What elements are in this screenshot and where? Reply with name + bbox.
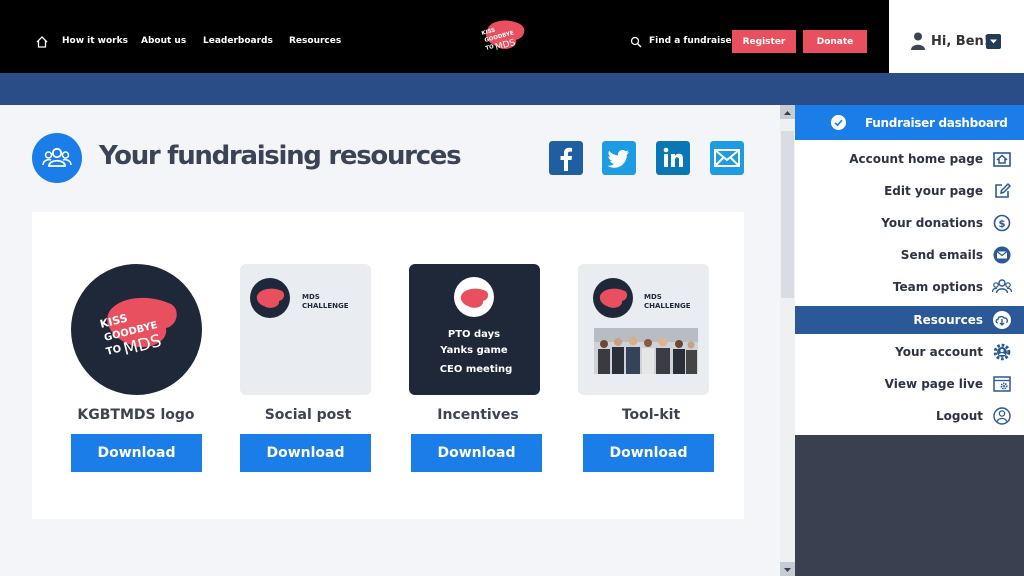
incentives-preview: PTO days Yanks game CEO meeting [439, 277, 513, 375]
sidebar-item-label: Your account [895, 345, 983, 359]
incentive-yanks: Yanks game [439, 345, 508, 356]
linkedin-icon[interactable] [656, 141, 690, 175]
resource-label-toolkit: Tool-kit [621, 407, 681, 423]
sidebar-item-view-page-live[interactable]: View page live [795, 370, 1024, 398]
sidebar-item-resources[interactable]: Resources [795, 306, 1024, 334]
download-incentives-button[interactable]: Download [411, 434, 542, 472]
page-title: Your fundraising resources [99, 141, 462, 171]
sidebar-item-edit-page[interactable]: Edit your page [795, 177, 1024, 205]
toolkit-text-challenge: CHALLENGE [644, 302, 691, 310]
kgbtmds-logo[interactable]: KISS GOODBYE TO MDS [478, 16, 528, 56]
sidebar-item-label: Account home page [849, 152, 983, 166]
toolkit-text-mds: MDS [644, 293, 662, 301]
sidebar-item-account-home[interactable]: Account home page [795, 145, 1024, 173]
toolkit-preview: MDS CHALLENGE [593, 278, 698, 374]
social-post-preview: MDS CHALLENGE [250, 278, 349, 318]
nav-resources[interactable]: Resources [289, 36, 341, 46]
team-icon [992, 279, 1012, 294]
sidebar-item-label: Edit your page [884, 184, 983, 198]
register-button[interactable]: Register [732, 30, 796, 53]
mail-icon [993, 246, 1011, 264]
sidebar-item-label: Send emails [900, 248, 983, 262]
user-greeting: Hi, Ben! [931, 34, 990, 49]
chevron-down-icon [990, 39, 997, 44]
search-icon[interactable] [630, 36, 642, 48]
logo-text-to: TO [485, 44, 495, 52]
sidebar-item-send-emails[interactable]: Send emails [795, 241, 1024, 269]
kgbtmds-logo-large: KISS GOODBYE TO MDS [99, 297, 177, 360]
resource-label-incentives: Incentives [437, 407, 519, 423]
user-menu[interactable]: Hi, Ben! [889, 0, 1024, 73]
find-fundraiser-link[interactable]: Find a fundraiser [649, 36, 736, 46]
sidebar-item-label: Logout [935, 409, 983, 423]
logo-large-to: TO [105, 344, 123, 358]
tile-text-mds: MDS [302, 293, 320, 301]
email-share-icon[interactable] [710, 141, 744, 175]
twitter-icon[interactable] [602, 141, 636, 175]
tile-text-challenge: CHALLENGE [302, 302, 349, 310]
chevron-down-icon [784, 568, 791, 572]
sidebar-title: Fundraiser dashboard [865, 116, 1008, 130]
resource-label-logo: KGBTMDS logo [77, 407, 195, 423]
sidebar-item-team-options[interactable]: Team options [795, 273, 1024, 301]
sidebar-item-your-account[interactable]: Your account [795, 338, 1024, 366]
scroll-down-button[interactable] [780, 562, 795, 576]
edit-icon [995, 182, 1012, 198]
sidebar-item-label: View page live [884, 377, 983, 391]
home-icon[interactable] [35, 35, 49, 49]
download-social-button[interactable]: Download [240, 434, 371, 472]
incentive-pto: PTO days [448, 329, 500, 340]
nav-how-it-works[interactable]: How it works [62, 36, 128, 46]
logout-icon [993, 407, 1011, 425]
toolkit-tile[interactable]: MDS CHALLENGE [578, 264, 709, 395]
cloud-download-icon [993, 311, 1011, 329]
sidebar-item-label: Team options [892, 280, 983, 294]
sidebar-item-label: Resources [913, 313, 983, 327]
facebook-icon[interactable] [549, 141, 583, 175]
home-icon [993, 152, 1011, 167]
sidebar-item-label: Your donations [881, 216, 983, 230]
group-icon [42, 147, 72, 167]
incentive-ceo: CEO meeting [440, 364, 513, 375]
check-circle-icon [831, 115, 846, 130]
social-post-tile[interactable]: MDS CHALLENGE [240, 264, 371, 395]
nav-leaderboards[interactable]: Leaderboards [203, 36, 273, 46]
sidebar-item-donations[interactable]: Your donations $ [795, 209, 1024, 237]
scrollbar-thumb[interactable] [781, 131, 794, 298]
scroll-up-button[interactable] [780, 105, 795, 119]
user-dropdown-toggle[interactable] [986, 34, 1001, 49]
incentives-tile[interactable]: PTO days Yanks game CEO meeting [409, 264, 540, 395]
download-logo-button[interactable]: Download [71, 434, 202, 472]
download-toolkit-button[interactable]: Download [583, 434, 714, 472]
chevron-up-icon [784, 111, 791, 115]
logo-tile[interactable]: KISS GOODBYE TO MDS [71, 264, 202, 395]
resources-header-icon [32, 133, 82, 183]
team-photo [594, 328, 698, 374]
user-icon [911, 32, 925, 50]
browser-gear-icon [993, 376, 1011, 392]
svg-text:$: $ [999, 219, 1006, 230]
top-navigation: How it works About us Leaderboards Resou… [0, 0, 889, 73]
gear-icon [993, 343, 1011, 361]
sidebar-item-logout[interactable]: Logout [795, 402, 1024, 430]
nav-about-us[interactable]: About us [141, 36, 186, 46]
donate-button[interactable]: Donate [803, 30, 867, 53]
dollar-icon: $ [993, 214, 1011, 232]
resource-label-social: Social post [264, 407, 352, 423]
page-banner [0, 73, 1024, 105]
